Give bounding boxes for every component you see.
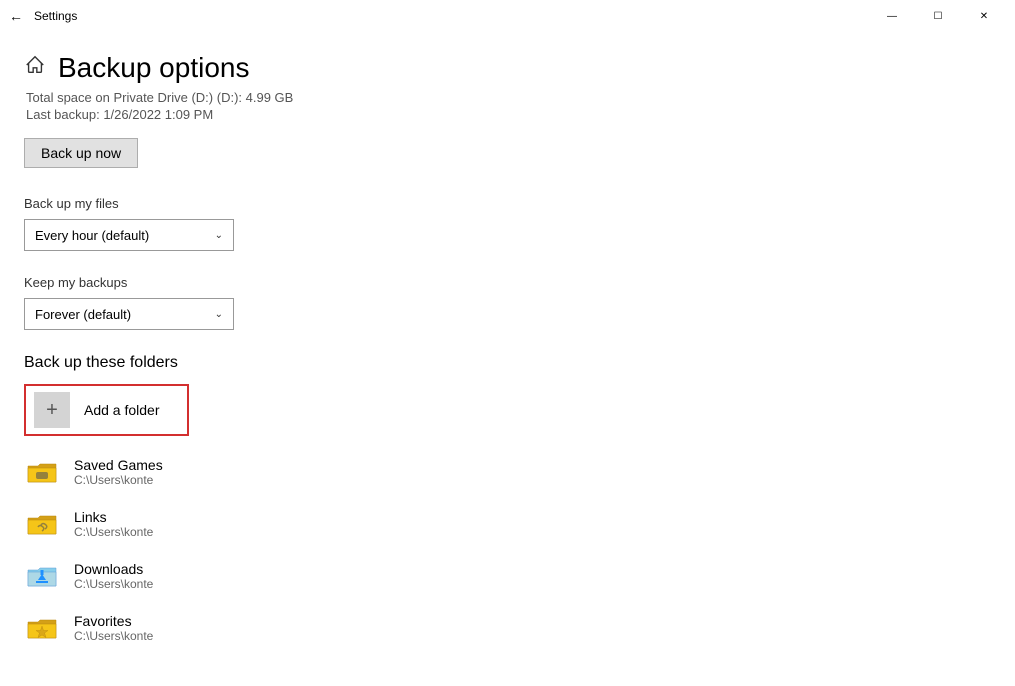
retention-value: Forever (default)	[35, 307, 131, 322]
home-icon	[24, 54, 46, 82]
favorites-info: Favorites C:\Users\konte	[74, 613, 153, 643]
links-icon	[24, 506, 60, 542]
favorites-name: Favorites	[74, 613, 153, 629]
saved-games-info: Saved Games C:\Users\konte	[74, 457, 163, 487]
frequency-value: Every hour (default)	[35, 228, 149, 243]
frequency-chevron-icon: ⌄	[215, 230, 223, 241]
add-folder-label: Add a folder	[84, 402, 160, 418]
links-name: Links	[74, 509, 153, 525]
links-info: Links C:\Users\konte	[74, 509, 153, 539]
list-item: Saved Games C:\Users\konte	[24, 454, 991, 490]
favorites-path: C:\Users\konte	[74, 629, 153, 643]
downloads-icon	[24, 558, 60, 594]
saved-games-icon	[24, 454, 60, 490]
retention-dropdown[interactable]: Forever (default) ⌄	[24, 298, 234, 330]
downloads-path: C:\Users\konte	[74, 577, 153, 591]
total-space-text: Total space on Private Drive (D:) (D:): …	[26, 90, 991, 105]
frequency-dropdown[interactable]: Every hour (default) ⌄	[24, 219, 234, 251]
titlebar-controls: — ☐ ✕	[869, 0, 1007, 32]
favorites-icon	[24, 610, 60, 646]
list-item: Favorites C:\Users\konte	[24, 610, 991, 646]
downloads-info: Downloads C:\Users\konte	[74, 561, 153, 591]
titlebar-title: Settings	[34, 9, 77, 23]
keep-backups-label: Keep my backups	[24, 275, 991, 290]
last-backup-text: Last backup: 1/26/2022 1:09 PM	[26, 107, 991, 122]
maximize-button[interactable]: ☐	[915, 0, 961, 32]
retention-chevron-icon: ⌄	[215, 309, 223, 320]
add-folder-button[interactable]: + Add a folder	[24, 384, 189, 436]
downloads-name: Downloads	[74, 561, 153, 577]
back-up-files-label: Back up my files	[24, 196, 991, 211]
back-arrow-icon[interactable]: ←	[8, 8, 24, 24]
list-item: Downloads C:\Users\konte	[24, 558, 991, 594]
saved-games-name: Saved Games	[74, 457, 163, 473]
page-title: Backup options	[58, 52, 249, 84]
saved-games-path: C:\Users\konte	[74, 473, 163, 487]
titlebar-left: ← Settings	[8, 8, 77, 24]
links-path: C:\Users\konte	[74, 525, 153, 539]
list-item: Links C:\Users\konte	[24, 506, 991, 542]
main-content: Backup options Total space on Private Dr…	[0, 32, 1015, 682]
add-folder-plus-icon: +	[34, 392, 70, 428]
backup-now-button[interactable]: Back up now	[24, 138, 138, 168]
page-header: Backup options	[24, 52, 991, 84]
folders-section-title: Back up these folders	[24, 354, 991, 372]
titlebar: ← Settings — ☐ ✕	[0, 0, 1015, 32]
close-button[interactable]: ✕	[961, 0, 1007, 32]
minimize-button[interactable]: —	[869, 0, 915, 32]
